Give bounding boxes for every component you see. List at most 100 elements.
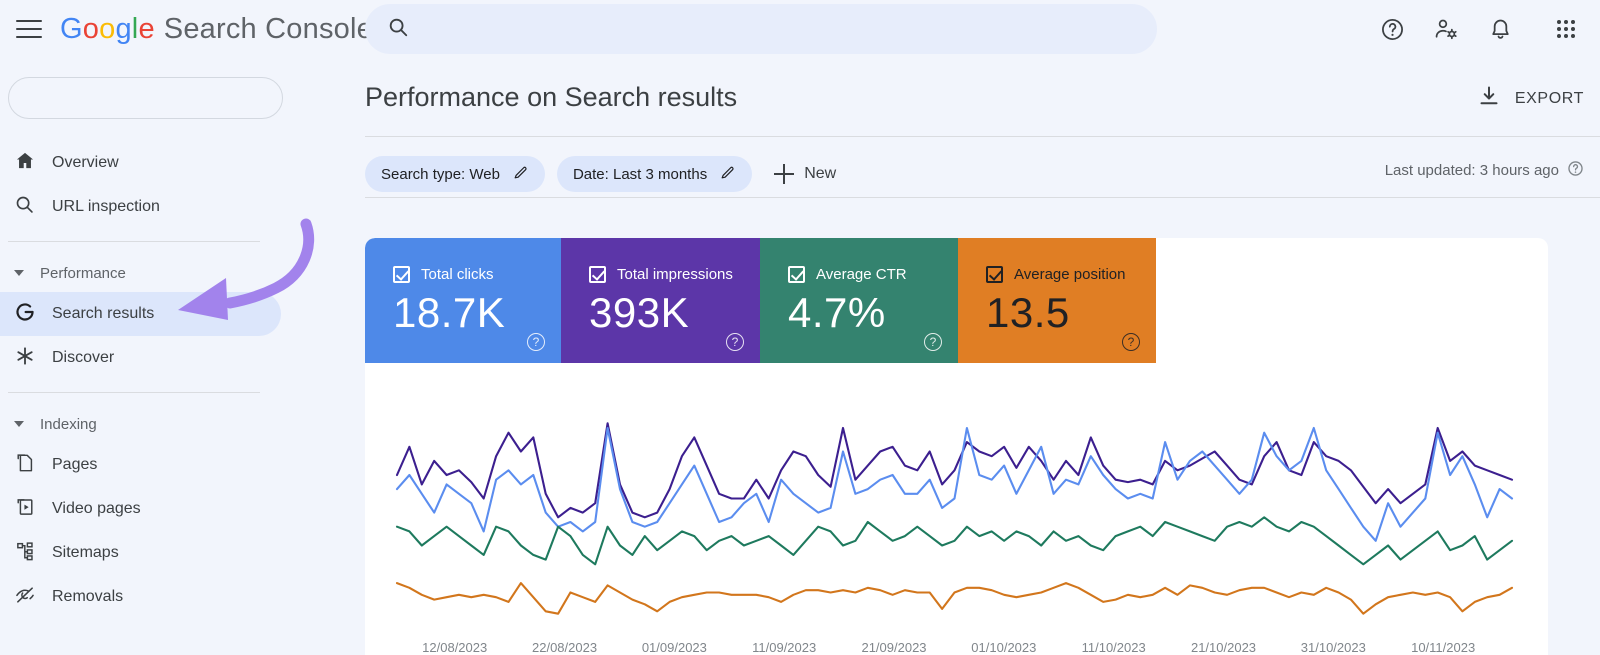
metric-card-total-impressions[interactable]: Total impressions 393K? [561, 238, 760, 363]
divider [365, 136, 1600, 137]
account-settings-icon[interactable] [1430, 13, 1462, 45]
performance-chart: 12/08/2023 22/08/2023 01/09/2023 11/09/2023… [365, 363, 1548, 655]
help-icon[interactable]: ? [527, 333, 545, 351]
icon-wrap [14, 194, 48, 220]
sidebar-item-label: Video pages [52, 500, 141, 517]
google-logo-letter: o [82, 12, 100, 45]
search-input[interactable] [425, 20, 1025, 38]
download-icon [1477, 84, 1501, 113]
brand-logo: Google Search Console [60, 13, 373, 46]
google-logo: Google [60, 13, 155, 46]
metric-card-header: Average position [986, 266, 1156, 283]
metric-card-average-position[interactable]: Average position 13.5? [958, 238, 1156, 363]
metric-checkbox[interactable] [393, 266, 410, 283]
pencil-icon[interactable] [719, 164, 736, 185]
metric-card-label: Total clicks [421, 266, 494, 283]
pencil-icon[interactable] [512, 164, 529, 185]
new-filter-button[interactable]: New [774, 164, 836, 184]
metric-checkbox[interactable] [986, 266, 1003, 283]
search-icon [387, 16, 409, 43]
chart-svg [395, 422, 1514, 615]
sidebar: Overview URL inspection Performance Search … [0, 58, 365, 655]
google-logo-letter: e [138, 12, 155, 45]
chart-line-average-position [395, 582, 1514, 615]
metric-card-label: Average position [1014, 266, 1126, 283]
sidebar-item-removals[interactable]: Removals [0, 575, 365, 619]
asterisk-icon [14, 345, 36, 372]
filter-bar: Search type: Web Date: Last 3 months New [365, 151, 836, 197]
product-name: Search Console [163, 12, 373, 45]
export-label: EXPORT [1514, 89, 1584, 107]
sidebar-item-overview[interactable]: Overview [0, 141, 365, 185]
icon-wrap [14, 345, 48, 372]
chart-x-axis: 12/08/2023 22/08/2023 01/09/2023 11/09/2023… [365, 640, 1548, 655]
chart-line-total-clicks [395, 426, 1514, 542]
x-axis-tick-label: 31/10/2023 [1300, 640, 1366, 655]
google-logo-letter: g [115, 12, 132, 45]
search-icon [14, 194, 35, 220]
sidebar-item-sitemaps[interactable]: Sitemaps [0, 531, 365, 575]
hamburger-menu-icon[interactable] [16, 14, 46, 44]
sidebar-item-video-pages[interactable]: Video pages [0, 487, 365, 531]
metric-checkbox[interactable] [788, 266, 805, 283]
pages-icon [14, 452, 36, 479]
metric-card-value: 13.5 [986, 289, 1070, 336]
sitemaps-icon [14, 540, 36, 567]
top-bar-icons [1376, 0, 1582, 58]
icon-wrap [14, 584, 48, 611]
filter-chip-label: Date: Last 3 months [572, 165, 708, 183]
filter-chip-date[interactable]: Date: Last 3 months [556, 156, 753, 192]
home-icon [14, 150, 36, 177]
help-icon[interactable]: ? [726, 333, 744, 351]
icon-wrap [14, 540, 48, 567]
bell-icon[interactable] [1484, 13, 1516, 45]
video-pages-icon [14, 496, 36, 523]
sidebar-item-label: Removals [52, 588, 124, 605]
metric-card-header: Total clicks [393, 266, 561, 283]
icon-wrap [14, 301, 48, 328]
sidebar-item-discover[interactable]: Discover [0, 336, 365, 380]
help-icon[interactable]: ? [1122, 333, 1140, 351]
x-axis-tick-label: 11/10/2023 [1081, 640, 1146, 655]
performance-panel: Total clicks 18.7K? Total impressions 393K?… [365, 238, 1548, 655]
metric-card-average-ctr[interactable]: Average CTR 4.7%? [760, 238, 958, 363]
metric-card-value: 393K [589, 289, 690, 336]
sidebar-item-label: URL inspection [52, 198, 160, 215]
metric-card-label: Total impressions [617, 266, 733, 283]
sidebar-item-label: Overview [52, 154, 119, 171]
sidebar-item-label: Sitemaps [52, 544, 119, 561]
sidebar-section-performance[interactable]: Performance [0, 254, 365, 292]
x-axis-tick-label: 22/08/2023 [531, 640, 598, 655]
filter-chip-label: Search type: Web [381, 165, 500, 183]
metric-card-header: Average CTR [788, 266, 958, 283]
metric-checkbox[interactable] [589, 266, 606, 283]
metric-card-header: Total impressions [589, 266, 760, 283]
export-button[interactable]: EXPORT [1477, 84, 1584, 113]
sidebar-section-indexing[interactable]: Indexing [0, 405, 365, 443]
icon-wrap [14, 496, 48, 523]
x-axis-tick-label: 21/09/2023 [861, 640, 927, 655]
google-logo-letter: o [99, 12, 116, 45]
apps-grid-icon[interactable] [1550, 13, 1582, 45]
help-icon[interactable] [1567, 160, 1584, 181]
filter-chip-search-type[interactable]: Search type: Web [365, 156, 545, 192]
metric-cards: Total clicks 18.7K? Total impressions 393K?… [365, 238, 1548, 363]
sidebar-item-pages[interactable]: Pages [0, 443, 365, 487]
top-bar: Google Search Console [0, 0, 1600, 58]
sidebar-section-label: Indexing [40, 415, 97, 433]
plus-icon [774, 164, 795, 184]
metric-card-total-clicks[interactable]: Total clicks 18.7K? [365, 238, 561, 363]
caret-down-icon [14, 421, 24, 427]
metric-card-value: 4.7% [788, 289, 886, 336]
google-g-icon [14, 301, 36, 328]
main-content: Performance on Search results EXPORT Sea… [365, 58, 1600, 655]
help-icon[interactable]: ? [924, 333, 942, 351]
property-selector[interactable] [8, 77, 283, 119]
global-search-box[interactable] [365, 4, 1157, 54]
sidebar-section-label: Performance [40, 264, 126, 282]
sidebar-item-url-inspection[interactable]: URL inspection [0, 185, 365, 229]
sidebar-item-search-results[interactable]: Search results [0, 292, 281, 336]
sidebar-item-label: Discover [52, 349, 115, 366]
help-icon[interactable] [1376, 13, 1408, 45]
x-axis-tick-label: 21/10/2023 [1190, 640, 1257, 655]
